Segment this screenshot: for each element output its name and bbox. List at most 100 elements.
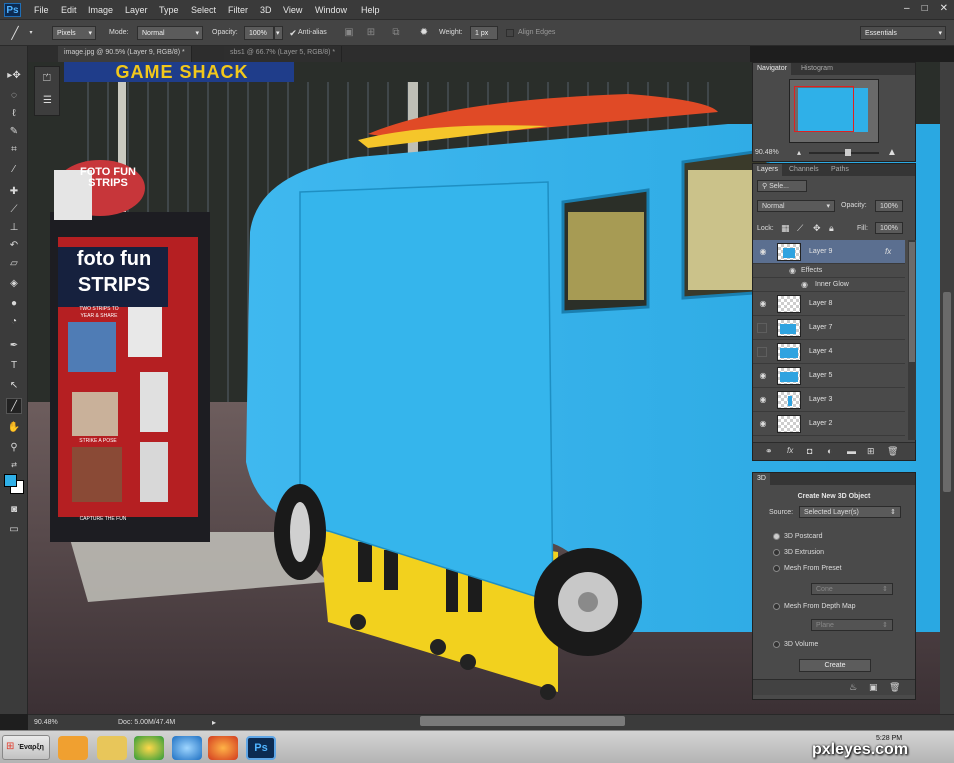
new-layer-icon[interactable]: ⊞ xyxy=(867,446,875,457)
menu-filter[interactable]: Filter xyxy=(228,5,248,15)
layer-row-2[interactable]: ◉ Layer 2 xyxy=(753,412,905,436)
tab-navigator[interactable]: Navigator xyxy=(753,63,791,75)
layer-row-7[interactable]: Layer 7 xyxy=(753,316,905,340)
eye-icon[interactable]: ◉ xyxy=(758,299,768,309)
create-button[interactable]: Create xyxy=(799,659,871,672)
navigator-zoom[interactable]: 90.48% xyxy=(755,149,779,156)
tab-channels[interactable]: Channels xyxy=(785,164,823,176)
weight-input[interactable]: 1 px xyxy=(470,26,498,40)
path-alignment-icon[interactable]: ⊞ xyxy=(364,26,378,40)
horizontal-scrollbar-thumb[interactable] xyxy=(420,716,625,726)
navigator-preview[interactable] xyxy=(789,79,879,143)
gear-icon[interactable]: ✹ xyxy=(417,26,431,40)
photoshop-taskbar-icon[interactable]: Ps xyxy=(246,736,276,760)
radio-3d-volume[interactable] xyxy=(773,641,780,648)
path-operations-icon[interactable]: ▣ xyxy=(342,26,356,40)
hand-tool-icon[interactable]: ✋ xyxy=(6,420,22,436)
foreground-color-swatch[interactable] xyxy=(4,474,17,487)
zoom-tool-icon[interactable]: ⚲ xyxy=(6,440,22,456)
zoom-slider[interactable] xyxy=(809,149,879,156)
radio-mesh-preset[interactable] xyxy=(773,565,780,572)
menu-3d[interactable]: 3D xyxy=(260,5,272,15)
healing-brush-tool-icon[interactable]: ✚ xyxy=(6,184,22,200)
firefox-icon[interactable] xyxy=(208,736,238,760)
lasso-tool-icon[interactable]: ℓ xyxy=(6,106,22,122)
status-zoom[interactable]: 90.48% xyxy=(34,719,58,726)
media-player-icon[interactable] xyxy=(58,736,88,760)
radio-3d-extrusion[interactable] xyxy=(773,549,780,556)
pen-tool-icon[interactable]: ✒ xyxy=(6,338,22,354)
lock-all-icon[interactable]: 🔒︎ xyxy=(829,223,834,234)
zoom-in-icon[interactable]: ▲ xyxy=(887,147,897,158)
paint-bucket-tool-icon[interactable]: ◈ xyxy=(6,276,22,292)
opacity-dropdown[interactable]: ▾ xyxy=(274,26,283,40)
add-style-icon[interactable]: fx xyxy=(787,446,793,455)
menu-file[interactable]: File xyxy=(34,5,49,15)
adjustment-layer-icon[interactable]: ◐ xyxy=(827,446,832,456)
brush-tool-icon[interactable]: ⟋ xyxy=(6,202,22,218)
blend-mode-select[interactable]: Normal ▾ xyxy=(757,200,835,212)
lock-transparent-icon[interactable]: ▦ xyxy=(781,223,790,234)
zoom-out-icon[interactable]: ▴ xyxy=(797,148,801,157)
eye-icon[interactable]: ◉ xyxy=(758,371,768,381)
quick-mask-icon[interactable]: ◙ xyxy=(6,502,22,518)
history-icon[interactable]: ⏍ xyxy=(43,73,51,84)
depth-select[interactable]: Plane ⇕ xyxy=(811,619,893,631)
fill-input[interactable]: 100% xyxy=(875,222,903,234)
layer-filter-select[interactable]: ⚲ Sele... xyxy=(757,180,807,192)
minimize-icon[interactable]: – xyxy=(904,3,910,14)
start-button[interactable]: ⊞ Έναρξη xyxy=(2,735,50,760)
tool-mode-select[interactable]: Pixels ▾ xyxy=(52,26,96,40)
add-mask-icon[interactable]: ◘ xyxy=(807,446,812,456)
dodge-tool-icon[interactable]: ◔ xyxy=(6,314,22,330)
eye-icon[interactable]: ◉ xyxy=(758,419,768,429)
light-icon[interactable]: ♨ xyxy=(849,682,857,693)
preset-select[interactable]: Cone ⇕ xyxy=(811,583,893,595)
layers-scrollbar[interactable] xyxy=(908,240,916,440)
path-selection-tool-icon[interactable]: ↖ xyxy=(6,378,22,394)
line-tool-icon[interactable]: ╱ xyxy=(6,398,22,414)
fx-badge[interactable]: fx xyxy=(885,247,891,256)
chevron-down-icon[interactable]: ▾ xyxy=(24,26,38,40)
quick-select-tool-icon[interactable]: ✎ xyxy=(6,124,22,140)
menu-edit[interactable]: Edit xyxy=(61,5,77,15)
screen-mode-icon[interactable]: ▭ xyxy=(6,522,22,538)
new-group-icon[interactable]: ▬ xyxy=(847,446,856,456)
scrollbar-thumb[interactable] xyxy=(943,292,951,492)
crop-tool-icon[interactable]: ⌗ xyxy=(6,142,22,158)
chrome-icon[interactable] xyxy=(134,736,164,760)
tab-histogram[interactable]: Histogram xyxy=(797,63,837,75)
close-icon[interactable]: ✕ xyxy=(940,3,948,14)
file-explorer-icon[interactable] xyxy=(97,736,127,760)
eraser-tool-icon[interactable]: ▱ xyxy=(6,256,22,272)
blur-tool-icon[interactable]: ● xyxy=(6,296,22,312)
eye-icon[interactable]: ◉ xyxy=(801,280,808,289)
menu-window[interactable]: Window xyxy=(315,5,347,15)
radio-mesh-depth[interactable] xyxy=(773,603,780,610)
lock-position-icon[interactable]: ✥ xyxy=(813,223,821,234)
path-arrangement-icon[interactable]: ⧉ xyxy=(389,26,403,40)
menu-help[interactable]: Help xyxy=(361,5,380,15)
eye-icon[interactable]: ◉ xyxy=(789,266,796,275)
trash-icon[interactable]: 🗑︎ xyxy=(889,682,900,693)
mode-select[interactable]: Normal ▾ xyxy=(137,26,203,40)
clone-stamp-tool-icon[interactable]: ⊥ xyxy=(6,220,22,236)
workspace-select[interactable]: Essentials ▾ xyxy=(860,26,946,40)
render-icon[interactable]: ▣ xyxy=(869,682,878,693)
eye-icon[interactable]: ◉ xyxy=(758,247,768,257)
line-tool-preset-icon[interactable]: ╱ xyxy=(8,26,22,40)
swap-colors-icon[interactable]: ⇄ xyxy=(6,458,22,474)
tab-3d[interactable]: 3D xyxy=(753,473,770,485)
menu-select[interactable]: Select xyxy=(191,5,216,15)
align-edges-checkbox[interactable] xyxy=(506,29,514,37)
trash-icon[interactable]: 🗑︎ xyxy=(887,446,898,457)
menu-layer[interactable]: Layer xyxy=(125,5,148,15)
layer-row-5[interactable]: ◉ Layer 5 xyxy=(753,364,905,388)
eyedropper-tool-icon[interactable]: ⁄ xyxy=(6,162,22,178)
layer-row-3[interactable]: ◉ Layer 3 xyxy=(753,388,905,412)
menu-view[interactable]: View xyxy=(283,5,302,15)
link-layers-icon[interactable]: ⚭ xyxy=(765,446,773,457)
visibility-toggle[interactable] xyxy=(757,323,767,333)
vertical-scrollbar[interactable] xyxy=(940,62,954,714)
properties-icon[interactable]: ☰ xyxy=(43,95,52,106)
